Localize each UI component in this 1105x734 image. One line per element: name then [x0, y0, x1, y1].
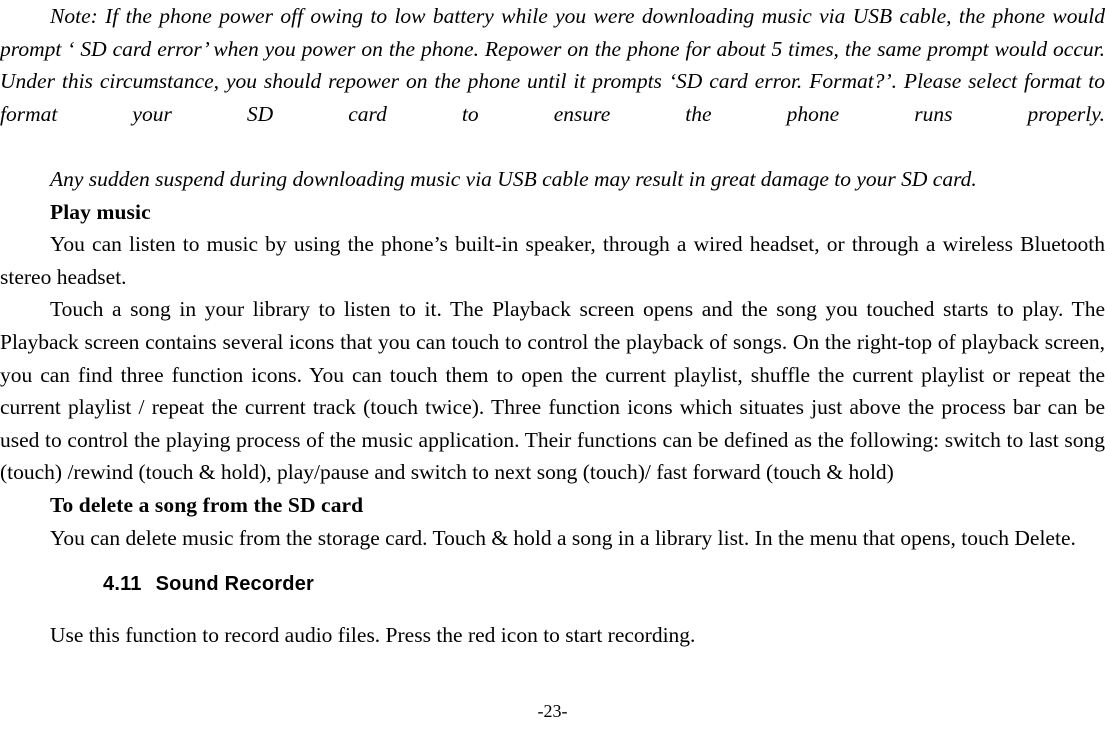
note-paragraph-sd-card-error: Note: If the phone power off owing to lo… — [0, 4, 1105, 126]
paragraph-listen-to-music: You can listen to music by using the pho… — [0, 232, 1105, 289]
paragraph-delete-music: You can delete music from the storage ca… — [50, 525, 1076, 550]
heading-spacer-bottom — [0, 601, 1105, 619]
section-heading-sound-recorder: 4.11 Sound Recorder — [0, 568, 1105, 601]
section-title: Sound Recorder — [155, 573, 315, 596]
paragraph-playback-screen: Touch a song in your library to listen t… — [0, 297, 1105, 485]
document-page: Note: If the phone power off owing to lo… — [0, 0, 1105, 734]
note-paragraph-sudden-suspend: Any sudden suspend during downloading mu… — [50, 166, 977, 191]
subheading-play-music: Play music — [50, 199, 151, 224]
subheading-delete-song-from-sd-card: To delete a song from the SD card — [50, 492, 364, 517]
heading-spacer-top — [0, 554, 1105, 568]
page-number-footer: -23- — [537, 701, 568, 721]
paragraph-sound-recorder-intro: Use this function to record audio files.… — [50, 622, 696, 647]
section-number: 4.11 — [103, 573, 142, 596]
page-content: Note: If the phone power off owing to lo… — [0, 0, 1105, 651]
